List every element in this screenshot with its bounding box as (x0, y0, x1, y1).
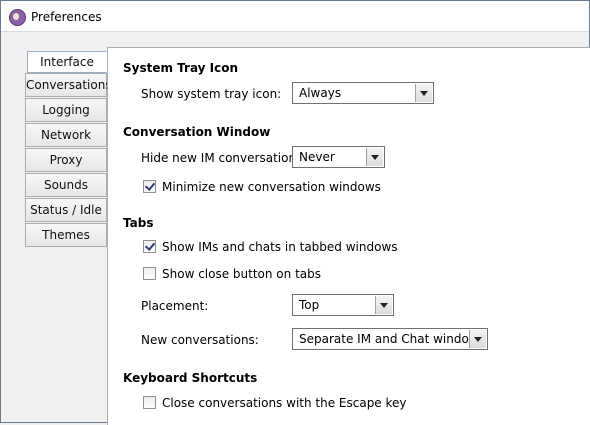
tab-sounds[interactable]: Sounds (25, 173, 107, 197)
tab-interface[interactable]: Interface (27, 51, 107, 73)
chevron-down-icon[interactable] (375, 296, 392, 314)
close-button-checkbox[interactable] (143, 267, 156, 280)
hide-new-im-select[interactable]: Never (292, 146, 385, 168)
close-button-label[interactable]: Show close button on tabs (162, 267, 321, 281)
hide-new-im-label: Hide new IM conversations: (141, 151, 307, 165)
hide-new-im-value: Never (299, 150, 335, 164)
window-title: Preferences (31, 10, 102, 24)
app-icon (9, 9, 26, 26)
placement-label: Placement: (141, 299, 209, 313)
section-title-conversation: Conversation Window (123, 125, 271, 139)
chevron-down-icon[interactable] (415, 84, 432, 102)
new-conversations-label: New conversations: (141, 333, 259, 347)
placement-select[interactable]: Top (292, 294, 394, 316)
section-title-tabs: Tabs (123, 216, 154, 230)
chevron-down-icon[interactable] (366, 148, 383, 166)
show-tray-icon-value: Always (299, 86, 342, 100)
section-title-keyboard: Keyboard Shortcuts (123, 371, 258, 385)
minimize-windows-label[interactable]: Minimize new conversation windows (162, 180, 381, 194)
minimize-windows-checkbox[interactable] (143, 180, 156, 193)
tab-status-idle[interactable]: Status / Idle (25, 198, 107, 222)
tabbed-windows-label[interactable]: Show IMs and chats in tabbed windows (162, 240, 398, 254)
tab-proxy[interactable]: Proxy (25, 148, 107, 172)
chevron-down-icon[interactable] (469, 330, 486, 348)
tabbed-windows-checkbox[interactable] (143, 240, 156, 253)
show-tray-icon-select[interactable]: Always (292, 82, 434, 104)
show-tray-icon-label: Show system tray icon: (141, 87, 282, 101)
placement-value: Top (299, 298, 320, 312)
tab-conversations[interactable]: Conversations (25, 73, 112, 97)
new-conversations-select[interactable]: Separate IM and Chat windows (292, 328, 488, 350)
tab-logging[interactable]: Logging (25, 98, 107, 122)
new-conversations-value: Separate IM and Chat windows (299, 332, 485, 346)
tab-network[interactable]: Network (25, 123, 107, 147)
preferences-window: Preferences Interface Conversations Logg… (0, 0, 590, 425)
title-bar: Preferences (1, 1, 589, 31)
title-divider (1, 31, 589, 32)
tab-themes[interactable]: Themes (25, 223, 107, 247)
section-title-tray: System Tray Icon (123, 61, 239, 75)
escape-key-label[interactable]: Close conversations with the Escape key (162, 396, 407, 410)
escape-key-checkbox[interactable] (143, 396, 156, 409)
